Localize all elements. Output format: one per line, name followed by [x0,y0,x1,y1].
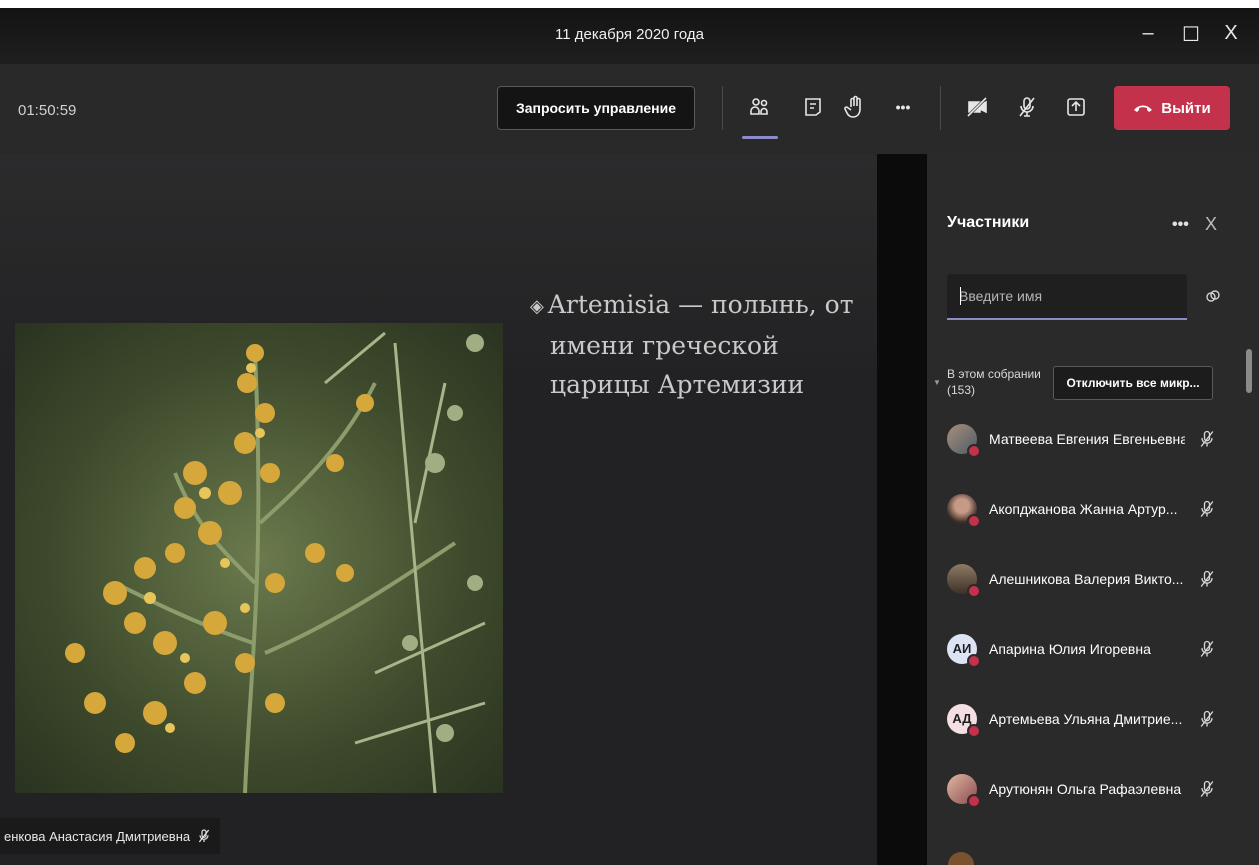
avatar: АИ [947,634,981,668]
participant-name: Алешникова Валерия Викто... [989,571,1184,587]
participant-row[interactable]: Акопджанова Жанна Артур... [947,486,1237,532]
panel-title: Участники [947,214,1030,231]
close-window-button[interactable]: X [1216,22,1246,45]
participant-name: Апарина Юлия Игоревна [989,641,1151,657]
mic-off-icon [1200,780,1214,797]
camera-off-icon[interactable] [963,92,993,122]
participant-row[interactable]: АД Артемьева Ульяна Дмитрие... [947,696,1237,742]
participant-search[interactable] [947,274,1187,320]
meeting-timer: 01:50:59 [18,102,77,119]
avatar [947,564,981,598]
avatar [947,424,981,458]
participants-panel: Участники ••• X ▼ В этом собрании (153) … [927,154,1259,865]
search-input[interactable] [947,274,1181,318]
share-screen-icon[interactable] [1061,92,1091,122]
participant-name: Арутюнян Ольга Рафаэлевна [989,781,1182,797]
stage-gutter [877,154,927,865]
participant-row[interactable]: Арутюнян Ольга Рафаэлевна [947,766,1237,812]
status-dot [967,794,981,808]
mic-off-icon [198,829,210,843]
slide-photo [15,323,503,793]
request-control-button[interactable]: Запросить управление [497,86,695,130]
status-dot [967,724,981,738]
more-icon[interactable]: ••• [888,92,918,122]
minimize-button[interactable]: – [1133,22,1163,45]
bullet-icon: ◈ [530,296,544,317]
presenter-name: енкова Анастасия Дмитриевна [4,828,191,844]
panel-close-button[interactable]: X [1205,214,1217,235]
maximize-button[interactable]: ☐ [1176,22,1206,47]
slide-text-line-1: Artemisia — полынь, от [547,290,854,319]
share-invite-icon[interactable] [1205,288,1221,309]
status-dot [967,584,981,598]
mic-off-icon [1200,570,1214,587]
participant-name: Матвеева Евгения Евгеньевна [989,431,1185,447]
avatar [947,774,981,808]
title-bar: 11 декабря 2020 года – ☐ X [0,0,1259,64]
avatar [947,494,981,528]
slide-text: ◈ Artemisia — полынь, от имени греческой … [530,285,860,404]
avatar: АД [947,704,981,738]
chat-icon[interactable] [798,92,828,122]
group-label: В этом собрании (153) [947,366,1041,398]
presenter-name-badge: енкова Анастасия Дмитриевна [0,818,221,854]
group-count: (153) [947,383,976,397]
participant-row[interactable]: Алешникова Валерия Викто... [947,556,1237,602]
window-title: 11 декабря 2020 года [555,26,704,43]
toolbar-divider [940,86,941,130]
participants-icon[interactable] [745,92,775,122]
hang-up-icon [1134,105,1153,112]
slide-text-line-3: царицы Артемизии [550,370,805,399]
leave-label: Выйти [1161,99,1211,117]
scrollbar-thumb[interactable] [1246,349,1252,393]
participant-name: Артемьева Ульяна Дмитрие... [989,711,1183,727]
text-cursor [960,287,961,305]
panel-more-button[interactable]: ••• [1172,216,1189,234]
status-dot [967,514,981,528]
participant-row[interactable]: АИ Апарина Юлия Игоревна [947,626,1237,672]
mic-off-icon [1200,500,1214,517]
slide-text-line-2: имени греческой [550,331,779,360]
mic-off-icon[interactable] [1012,92,1042,122]
collapse-caret-icon[interactable]: ▼ [933,378,941,387]
toolbar-divider [722,86,723,130]
mic-off-icon [1200,640,1214,657]
active-tab-indicator [742,136,778,139]
status-dot [967,654,981,668]
mute-all-button[interactable]: Отключить все микр... [1053,366,1213,400]
raise-hand-icon[interactable] [840,92,870,122]
participant-row[interactable]: Матвеева Евгения Евгеньевна [947,416,1237,462]
meeting-toolbar: 01:50:59 Запросить управление ••• Выйти [0,64,1259,154]
status-dot [967,444,981,458]
leave-button[interactable]: Выйти [1114,86,1230,130]
participant-name: Акопджанова Жанна Артур... [989,501,1178,517]
group-label-text: В этом собрании [947,367,1041,381]
mic-off-icon [1200,710,1214,727]
mic-off-icon [1200,430,1214,447]
